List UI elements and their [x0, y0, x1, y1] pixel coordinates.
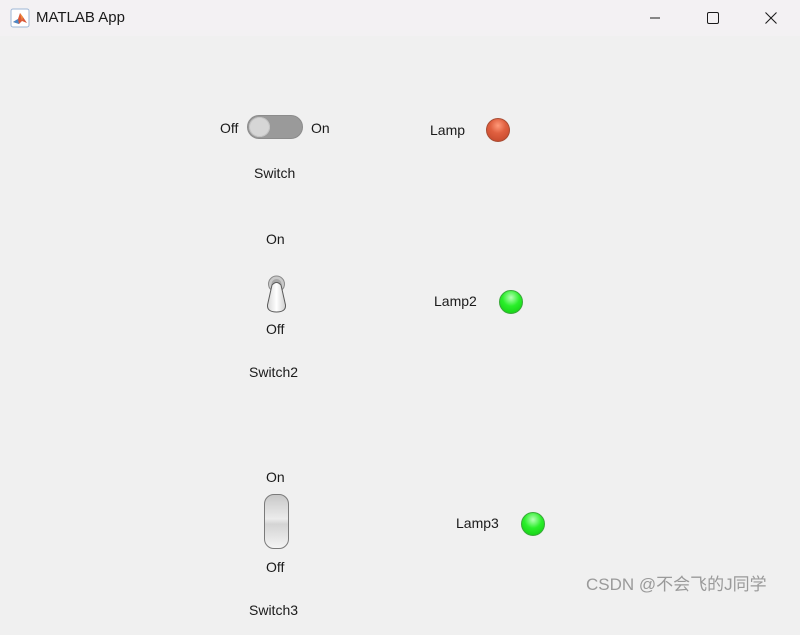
window-title: MATLAB App — [36, 9, 125, 26]
lamp3-label: Lamp3 — [456, 515, 499, 531]
switch3-off-label: Off — [266, 559, 285, 575]
close-icon — [765, 12, 777, 24]
switch1-on-label: On — [311, 120, 330, 136]
lamp2-indicator — [499, 290, 523, 314]
lamp3-indicator — [521, 512, 545, 536]
minimize-icon — [649, 12, 661, 24]
switch3-on-label: On — [266, 469, 285, 485]
lamp1-label: Lamp — [430, 122, 466, 138]
title-bar: MATLAB App — [0, 0, 800, 36]
watermark-text: CSDN @不会飞的J同学 — [586, 575, 767, 594]
switch2-toggle[interactable] — [266, 275, 287, 313]
switch1-knob[interactable] — [249, 117, 270, 137]
matlab-logo-icon — [10, 8, 30, 28]
minimize-button[interactable] — [626, 0, 684, 36]
switch2-label: Switch2 — [249, 364, 299, 380]
switch1-label: Switch — [254, 165, 296, 181]
maximize-button[interactable] — [684, 0, 742, 36]
maximize-icon — [707, 12, 719, 24]
app-canvas: Off On Switch Lamp On Off Switch2 Lamp2 … — [0, 36, 800, 635]
switch3-rocker[interactable] — [264, 494, 289, 549]
switch3-label: Switch3 — [249, 602, 299, 618]
switch1-off-label: Off — [220, 120, 239, 136]
lamp1-indicator — [486, 118, 510, 142]
switch2-off-label: Off — [266, 321, 285, 337]
switch2-on-label: On — [266, 231, 285, 247]
switch1-slider[interactable] — [247, 115, 303, 139]
close-button[interactable] — [742, 0, 800, 36]
lamp2-label: Lamp2 — [434, 293, 477, 309]
